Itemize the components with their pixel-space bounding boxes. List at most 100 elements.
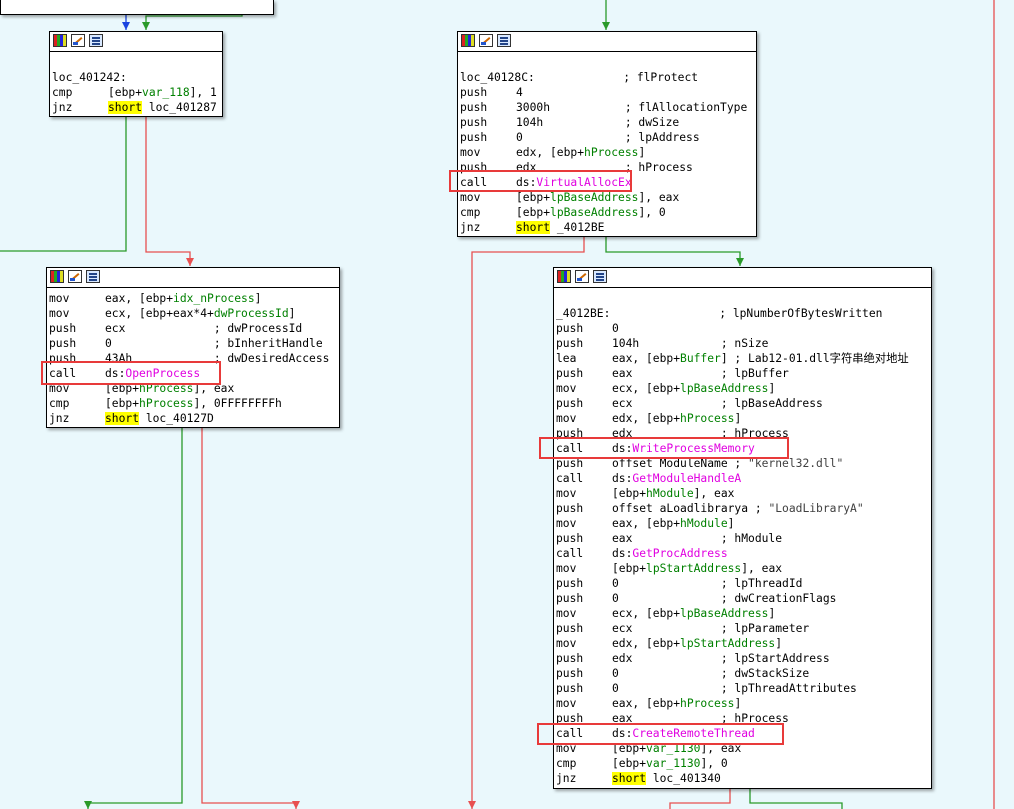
stack-variable[interactable]: hProcess [680,412,734,425]
asm-line[interactable]: loc_40128C: ; flProtect [460,70,754,85]
stack-variable[interactable]: hModule [680,517,728,530]
asm-line[interactable]: call ds:GetModuleHandleA [556,471,929,486]
previous-node-fragment[interactable] [0,0,274,15]
palette-icon[interactable] [461,34,475,47]
listing-icon[interactable] [497,34,511,47]
asm-line[interactable]: cmp [ebp+hProcess], 0FFFFFFFFh [49,396,337,411]
asm-line[interactable]: mov eax, [ebp+hProcess] [556,696,929,711]
stack-variable[interactable]: dwProcessId [214,307,289,320]
asm-line[interactable]: push 0 ; dwCreationFlags [556,591,929,606]
listing-icon[interactable] [593,270,607,283]
asm-operand: eax ; hModule [612,532,783,545]
asm-line[interactable]: lea eax, [ebp+Buffer] ; Lab12-01.dll字符串绝对… [556,351,929,366]
palette-icon[interactable] [50,270,64,283]
asm-line[interactable]: mov edx, [ebp+lpStartAddress] [556,636,929,651]
stack-variable[interactable]: lpBaseAddress [680,607,768,620]
asm-line[interactable]: push 104h ; dwSize [460,115,754,130]
asm-line[interactable]: push 0 ; lpThreadAttributes [556,681,929,696]
asm-line[interactable] [52,55,220,70]
asm-operand: 104h ; nSize [612,337,769,350]
asm-line[interactable]: mov eax, [ebp+idx_nProcess] [49,291,337,306]
asm-line[interactable]: mov [ebp+hModule], eax [556,486,929,501]
stack-variable[interactable]: hModule [646,487,694,500]
asm-line[interactable] [460,55,754,70]
asm-line[interactable]: push 0 ; dwStackSize [556,666,929,681]
stack-variable[interactable]: lpBaseAddress [550,191,638,204]
asm-operand: [ebp+ [516,206,551,219]
asm-line[interactable]: push edx ; lpStartAddress [556,651,929,666]
asm-mnemonic: push [556,667,584,680]
asm-line[interactable]: cmp [ebp+var_1130], 0 [556,756,929,771]
stack-variable[interactable]: var_118 [142,86,190,99]
node-loc-401242[interactable]: loc_401242: cmp [ebp+var_118], 1 jnz short l… [49,31,223,117]
asm-line[interactable]: jnz short loc_401340 [556,771,929,786]
edge-red-n2-down [201,428,297,809]
asm-line[interactable]: cmp [ebp+var_118], 1 [52,85,220,100]
stack-variable[interactable]: hProcess [139,397,193,410]
stack-variable[interactable]: lpBaseAddress [680,382,768,395]
asm-operand: ], eax [741,562,783,575]
asm-code: loc_401242: cmp [ebp+var_118], 1 jnz short l… [50,52,222,117]
node-loc-40128c[interactable]: loc_40128C: ; flProtect push 4 push 3000h ; … [457,31,757,237]
stack-variable[interactable]: var_1130 [646,757,700,770]
asm-line[interactable]: push offset aLoadlibrarya ; "LoadLibraryA… [556,501,929,516]
edit-graph-icon[interactable] [575,270,589,283]
stack-variable[interactable]: idx_nProcess [173,292,255,305]
listing-icon[interactable] [89,34,103,47]
asm-line[interactable]: push ecx ; lpParameter [556,621,929,636]
asm-line[interactable]: loc_401242: [52,70,220,85]
asm-line[interactable]: mov [ebp+lpBaseAddress], eax [460,190,754,205]
asm-operand: ecx, [ebp+ [612,382,681,395]
asm-line[interactable]: mov ecx, [ebp+lpBaseAddress] [556,606,929,621]
asm-label[interactable]: loc_401242: [52,71,127,84]
asm-label[interactable]: _4012BE: ; lpNumberOfBytesWritten [556,307,882,320]
asm-line[interactable]: jnz short loc_401287 [52,100,220,115]
asm-line[interactable]: mov [ebp+lpStartAddress], eax [556,561,929,576]
edit-graph-icon[interactable] [68,270,82,283]
asm-line[interactable]: push eax ; hModule [556,531,929,546]
asm-line[interactable] [556,291,929,306]
node-openprocess[interactable]: mov eax, [ebp+idx_nProcess] mov ecx, [ebp+e… [46,267,340,428]
asm-line[interactable]: push ecx ; dwProcessId [49,321,337,336]
asm-line[interactable]: mov edx, [ebp+hProcess] [460,145,754,160]
asm-line[interactable]: push ecx ; lpBaseAddress [556,396,929,411]
asm-mnemonic: cmp [49,397,70,410]
palette-icon[interactable] [557,270,571,283]
asm-operand: ] [734,412,742,425]
asm-line[interactable]: mov eax, [ebp+hModule] [556,516,929,531]
asm-line[interactable]: mov ecx, [ebp+eax*4+dwProcessId] [49,306,337,321]
asm-mnemonic: mov [556,517,577,530]
asm-line[interactable]: mov edx, [ebp+hProcess] [556,411,929,426]
asm-line[interactable]: push 3000h ; flAllocationType [460,100,754,115]
asm-line[interactable]: push 4 [460,85,754,100]
asm-line[interactable]: cmp [ebp+lpBaseAddress], 0 [460,205,754,220]
node-toolbar [458,32,756,52]
asm-line[interactable]: mov ecx, [ebp+lpBaseAddress] [556,381,929,396]
asm-label[interactable]: loc_40128C: ; flProtect [460,71,698,84]
asm-line[interactable]: push 0 ; lpAddress [460,130,754,145]
api-function-name[interactable]: GetProcAddress [632,547,727,560]
stack-variable[interactable]: Buffer [680,352,721,365]
asm-operand: loc_40127D [139,412,214,425]
palette-icon[interactable] [53,34,67,47]
asm-line[interactable]: jnz short loc_40127D [49,411,337,426]
asm-line[interactable]: jnz short _4012BE [460,220,754,235]
asm-line[interactable]: push 0 [556,321,929,336]
asm-line[interactable]: _4012BE: ; lpNumberOfBytesWritten [556,306,929,321]
asm-line[interactable]: push 0 ; lpThreadId [556,576,929,591]
stack-variable[interactable]: lpStartAddress [646,562,741,575]
asm-line[interactable]: push 0 ; bInheritHandle [49,336,337,351]
edit-graph-icon[interactable] [479,34,493,47]
node-4012be[interactable]: _4012BE: ; lpNumberOfBytesWritten push 0 pu… [553,267,932,789]
asm-mnemonic: push [460,116,488,129]
asm-line[interactable]: call ds:GetProcAddress [556,546,929,561]
stack-variable[interactable]: hProcess [584,146,638,159]
stack-variable[interactable]: lpBaseAddress [550,206,638,219]
stack-variable[interactable]: hProcess [680,697,734,710]
api-function-name[interactable]: GetModuleHandleA [632,472,741,485]
asm-line[interactable]: push 104h ; nSize [556,336,929,351]
edit-graph-icon[interactable] [71,34,85,47]
asm-line[interactable]: push eax ; lpBuffer [556,366,929,381]
listing-icon[interactable] [86,270,100,283]
stack-variable[interactable]: lpStartAddress [680,637,775,650]
